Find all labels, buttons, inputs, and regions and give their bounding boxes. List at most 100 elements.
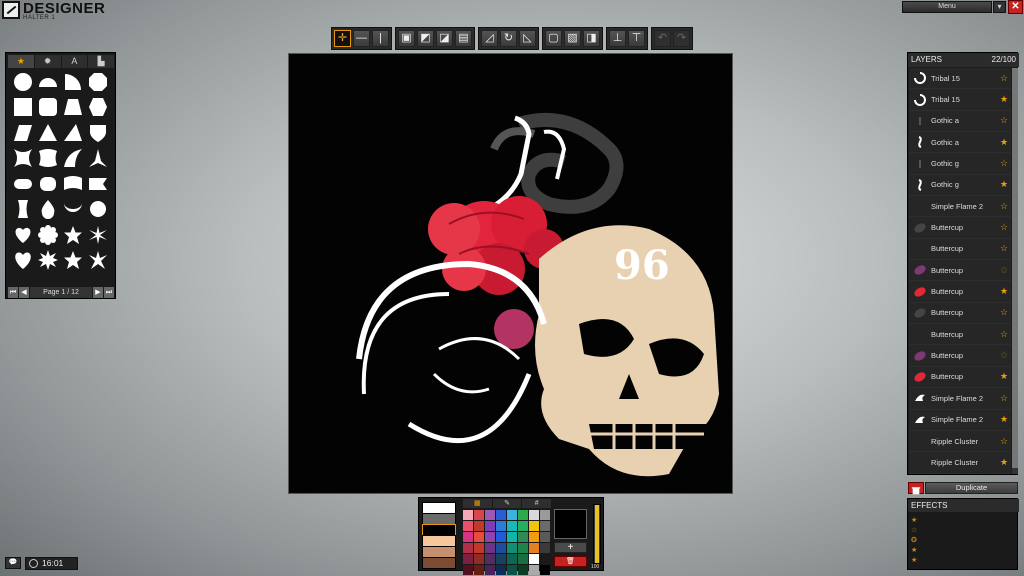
palette-color-swatch[interactable] bbox=[463, 510, 473, 520]
palette-color-swatch[interactable] bbox=[540, 565, 550, 575]
layer-favorite-icon[interactable]: ★ bbox=[999, 137, 1009, 148]
layer-row[interactable]: Buttercup ✩ bbox=[909, 345, 1011, 367]
layer-favorite-icon[interactable]: ✩ bbox=[999, 350, 1009, 361]
layers-scrollbar-thumb[interactable] bbox=[1012, 68, 1018, 468]
bone-shape-icon[interactable] bbox=[10, 197, 35, 223]
triangle-shape-icon[interactable] bbox=[35, 120, 60, 146]
layer-row[interactable]: Gothic a ☆ bbox=[909, 110, 1011, 133]
circle-shape-icon[interactable] bbox=[10, 69, 35, 95]
palette-color-swatch[interactable] bbox=[474, 543, 484, 553]
layer-stack-1-icon[interactable]: ▢ bbox=[545, 30, 562, 47]
banner-shape-icon[interactable] bbox=[85, 171, 110, 197]
tri-star-shape-icon[interactable] bbox=[85, 146, 110, 172]
palette-color-swatch[interactable] bbox=[485, 521, 495, 531]
layer-row[interactable]: Tribal 15 ★ bbox=[909, 89, 1011, 111]
skew-icon[interactable]: ◿ bbox=[481, 30, 498, 47]
pinwheel-star-shape-icon[interactable] bbox=[85, 248, 110, 274]
layer-row[interactable]: Buttercup ★ bbox=[909, 281, 1011, 303]
arrange-back-icon[interactable]: ◩ bbox=[417, 30, 434, 47]
layer-stack-3-icon[interactable]: ◨ bbox=[583, 30, 600, 47]
rounded-square-shape-icon[interactable] bbox=[35, 95, 60, 121]
crescent-shape-icon[interactable] bbox=[60, 197, 85, 223]
effect-row[interactable]: ☆ bbox=[911, 525, 917, 534]
star-shape-icon[interactable] bbox=[60, 222, 85, 248]
right-triangle-shape-icon[interactable] bbox=[60, 120, 85, 146]
flip-horizontal-icon[interactable]: ⊥ bbox=[609, 30, 626, 47]
palette-swatch-tab[interactable]: ▦ bbox=[463, 499, 492, 508]
remove-color-button[interactable]: 🗑 bbox=[554, 556, 587, 567]
layer-favorite-icon[interactable]: ☆ bbox=[999, 243, 1009, 254]
arrange-front-icon[interactable]: ▣ bbox=[398, 30, 415, 47]
menu-button[interactable]: Menu bbox=[902, 1, 992, 13]
palette-color-swatch[interactable] bbox=[474, 532, 484, 542]
palette-color-swatch[interactable] bbox=[529, 532, 539, 542]
palette-color-swatch[interactable] bbox=[485, 554, 495, 564]
palette-color-swatch[interactable] bbox=[485, 565, 495, 575]
layer-row[interactable]: Buttercup ☆ bbox=[909, 324, 1011, 346]
duplicate-button[interactable]: Duplicate bbox=[925, 482, 1018, 494]
pill-shape-icon[interactable] bbox=[10, 171, 35, 197]
palette-color-swatch[interactable] bbox=[485, 532, 495, 542]
layer-favorite-icon[interactable]: ☆ bbox=[999, 329, 1009, 340]
chat-button[interactable]: 💬 bbox=[5, 557, 21, 569]
layer-favorite-icon[interactable]: ★ bbox=[999, 286, 1009, 297]
palette-color-swatch[interactable] bbox=[507, 510, 517, 520]
palette-color-swatch[interactable] bbox=[507, 521, 517, 531]
effect-row[interactable]: ✪ bbox=[911, 535, 917, 544]
palette-color-swatch[interactable] bbox=[529, 543, 539, 553]
palette-picker-tab[interactable]: ✎ bbox=[492, 499, 522, 508]
close-button[interactable]: ✕ bbox=[1008, 0, 1023, 14]
move-tool-icon[interactable]: ✛ bbox=[334, 30, 351, 47]
shapes-burst-tab[interactable]: ✹ bbox=[34, 55, 61, 68]
add-color-button[interactable]: + bbox=[554, 542, 587, 553]
rotate-icon[interactable]: ↻ bbox=[500, 30, 517, 47]
palette-color-swatch[interactable] bbox=[518, 510, 528, 520]
layer-row[interactable]: Buttercup ✩ bbox=[909, 260, 1011, 282]
palette-color-swatch[interactable] bbox=[463, 554, 473, 564]
palette-color-swatch[interactable] bbox=[507, 532, 517, 542]
layer-favorite-icon[interactable]: ★ bbox=[999, 179, 1009, 190]
last-page-icon[interactable]: ⏭ bbox=[104, 287, 114, 298]
effect-row[interactable]: ★ bbox=[911, 545, 917, 554]
palette-color-swatch[interactable] bbox=[529, 521, 539, 531]
menu-dropdown-icon[interactable]: ▾ bbox=[993, 1, 1006, 13]
scale-icon[interactable]: ◺ bbox=[519, 30, 536, 47]
undo-icon[interactable]: ↶ bbox=[654, 30, 671, 47]
palette-color-swatch[interactable] bbox=[496, 532, 506, 542]
palette-color-swatch[interactable] bbox=[518, 521, 528, 531]
shapes-import-tab[interactable]: ▙ bbox=[88, 55, 114, 68]
layer-favorite-icon[interactable]: ☆ bbox=[999, 436, 1009, 447]
drop-shape-icon[interactable] bbox=[35, 197, 60, 223]
layer-favorite-icon[interactable]: ✩ bbox=[999, 265, 1009, 276]
palette-color-swatch[interactable] bbox=[474, 565, 484, 575]
layer-row[interactable]: Buttercup ☆ bbox=[909, 217, 1011, 239]
palette-color-swatch[interactable] bbox=[485, 543, 495, 553]
layer-favorite-icon[interactable]: ☆ bbox=[999, 393, 1009, 404]
layer-row[interactable]: Buttercup ☆ bbox=[909, 302, 1011, 325]
layer-row[interactable]: Buttercup ★ bbox=[909, 366, 1011, 389]
heart-small-shape-icon[interactable] bbox=[10, 248, 35, 274]
layer-favorite-icon[interactable]: ☆ bbox=[999, 222, 1009, 233]
palette-color-swatch[interactable] bbox=[463, 521, 473, 531]
layer-favorite-icon[interactable]: ★ bbox=[999, 371, 1009, 382]
half-circle-shape-icon[interactable] bbox=[35, 69, 60, 95]
square-shape-icon[interactable] bbox=[10, 95, 35, 121]
palette-color-swatch[interactable] bbox=[540, 510, 550, 520]
star-filled-shape-icon[interactable] bbox=[60, 248, 85, 274]
layer-row[interactable]: Gothic g ☆ bbox=[909, 153, 1011, 175]
layer-stack-2-icon[interactable]: ▧ bbox=[564, 30, 581, 47]
layer-row[interactable]: Gothic a ★ bbox=[909, 132, 1011, 154]
shapes-text-tab[interactable]: A bbox=[61, 55, 88, 68]
rounded-rect-shape-icon[interactable] bbox=[35, 171, 60, 197]
circle-small-shape-icon[interactable] bbox=[85, 197, 110, 223]
palette-color-swatch[interactable] bbox=[540, 554, 550, 564]
layer-row[interactable]: Simple Flame 2 ☆ bbox=[909, 388, 1011, 410]
palette-color-swatch[interactable] bbox=[518, 543, 528, 553]
arrange-backward-icon[interactable]: ▤ bbox=[455, 30, 472, 47]
palette-color-swatch[interactable] bbox=[518, 554, 528, 564]
layer-row[interactable]: Ripple Cluster ☆ bbox=[909, 430, 1011, 453]
effect-row[interactable]: ★ bbox=[911, 515, 917, 524]
flip-vertical-icon[interactable]: ⊤ bbox=[628, 30, 645, 47]
palette-color-swatch[interactable] bbox=[496, 543, 506, 553]
palette-color-swatch[interactable] bbox=[540, 543, 550, 553]
